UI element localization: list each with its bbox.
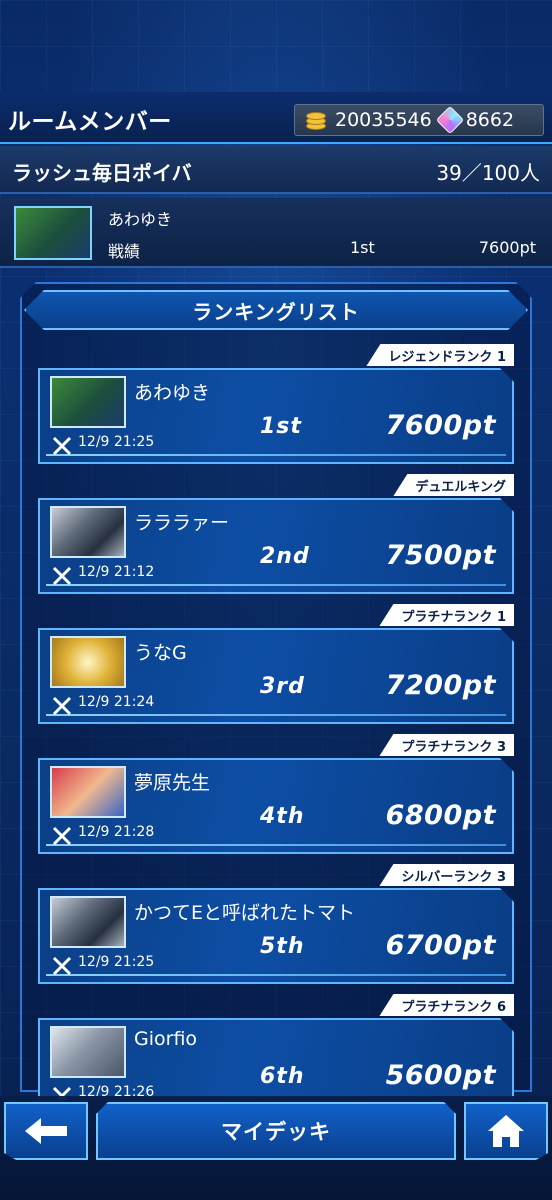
player-avatar[interactable] xyxy=(50,766,126,818)
player-name: 夢原先生 xyxy=(134,772,211,794)
player-name: ラララァー xyxy=(134,512,230,534)
ranking-list[interactable]: レジェンドランク 1 あわゆき 12/9 21:25 1st 7600pt デュ… xyxy=(0,340,552,1100)
room-name: ラッシュ毎日ポイバ xyxy=(12,161,192,185)
ranking-entry[interactable]: デュエルキング ラララァー 12/9 21:12 2nd 7500pt xyxy=(38,474,514,596)
rank-badge: デュエルキング xyxy=(393,474,514,496)
currency-panel: 20035546 8662 xyxy=(294,104,544,136)
ranking-entry[interactable]: レジェンドランク 1 あわゆき 12/9 21:25 1st 7600pt xyxy=(38,344,514,466)
duel-swords-icon xyxy=(52,826,72,846)
player-rank: 1st xyxy=(260,414,302,439)
back-button[interactable] xyxy=(4,1102,88,1160)
coin-amount: 20035546 xyxy=(335,109,432,131)
self-rank: 1st xyxy=(350,238,375,257)
rank-badge: プラチナランク 3 xyxy=(379,734,514,756)
player-name: あわゆき xyxy=(134,382,211,404)
arrow-left-icon xyxy=(25,1118,67,1144)
duel-time: 12/9 21:28 xyxy=(78,824,155,840)
player-rank: 5th xyxy=(260,934,305,959)
player-rank: 4th xyxy=(260,804,305,829)
player-points: 7200pt xyxy=(385,670,496,701)
member-count: 39／100人 xyxy=(436,161,540,185)
my-deck-button[interactable]: マイデッキ xyxy=(96,1102,456,1160)
player-name: かつてEと呼ばれたトマト xyxy=(134,902,356,924)
duel-swords-icon xyxy=(52,566,72,586)
player-points: 7500pt xyxy=(385,540,496,571)
player-rank: 6th xyxy=(260,1064,305,1089)
player-rank: 2nd xyxy=(260,544,310,569)
rank-badge: レジェンドランク 1 xyxy=(366,344,514,366)
my-deck-label: マイデッキ xyxy=(221,1120,331,1144)
gem-amount: 8662 xyxy=(465,109,515,131)
player-name: Giorfio xyxy=(134,1028,198,1050)
rank-badge: プラチナランク 1 xyxy=(379,604,514,626)
ranking-title: ランキングリスト xyxy=(192,300,360,324)
record-label: 戦績 xyxy=(108,242,141,261)
duel-swords-icon xyxy=(52,436,72,456)
player-points: 6800pt xyxy=(385,800,496,831)
gem-icon xyxy=(435,105,464,135)
self-record-row: あわゆき 戦績 1st 7600pt xyxy=(0,198,552,268)
player-avatar[interactable] xyxy=(50,896,126,948)
player-points: 7600pt xyxy=(385,410,496,441)
page-title: ルームメンバー xyxy=(8,109,172,135)
ranking-entry[interactable]: プラチナランク 1 うなG 12/9 21:24 3rd 7200pt xyxy=(38,604,514,726)
rank-badge: シルバーランク 3 xyxy=(379,864,514,886)
player-name: うなG xyxy=(134,642,187,664)
player-points: 5600pt xyxy=(385,1060,496,1091)
ranking-entry[interactable]: プラチナランク 6 Giorfio 12/9 21:26 6th 5600pt xyxy=(38,994,514,1100)
home-icon xyxy=(488,1115,524,1147)
room-info-bar: ラッシュ毎日ポイバ 39／100人 xyxy=(0,146,552,194)
duel-time: 12/9 21:25 xyxy=(78,954,155,970)
player-avatar[interactable] xyxy=(50,1026,126,1078)
home-button[interactable] xyxy=(464,1102,548,1160)
player-avatar[interactable] xyxy=(50,506,126,558)
duel-time: 12/9 21:24 xyxy=(78,694,155,710)
player-avatar[interactable] xyxy=(50,636,126,688)
duel-swords-icon xyxy=(52,956,72,976)
gold-coins-icon xyxy=(303,108,329,132)
self-avatar xyxy=(14,206,92,260)
player-points: 6700pt xyxy=(385,930,496,961)
player-rank: 3rd xyxy=(260,674,305,699)
ranking-entry[interactable]: プラチナランク 3 夢原先生 12/9 21:28 4th 6800pt xyxy=(38,734,514,856)
player-avatar[interactable] xyxy=(50,376,126,428)
rank-badge: プラチナランク 6 xyxy=(379,994,514,1016)
header-bar: ルームメンバー 20035546 8662 xyxy=(0,92,552,144)
self-points: 7600pt xyxy=(478,238,536,257)
self-name: あわゆき xyxy=(108,210,173,229)
duel-time: 12/9 21:25 xyxy=(78,434,155,450)
ranking-entry[interactable]: シルバーランク 3 かつてEと呼ばれたトマト 12/9 21:25 5th 67… xyxy=(38,864,514,986)
duel-time: 12/9 21:12 xyxy=(78,564,155,580)
duel-swords-icon xyxy=(52,696,72,716)
status-bar-area xyxy=(0,0,552,92)
